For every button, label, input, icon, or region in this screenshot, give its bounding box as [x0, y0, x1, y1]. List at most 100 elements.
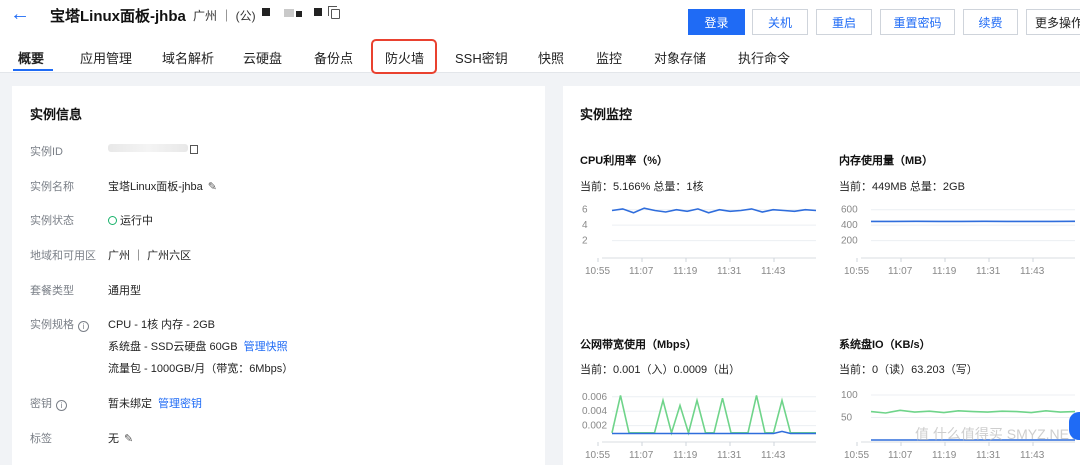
y-tick-label: 0.002 — [582, 421, 607, 432]
instance-monitor-card: 实例监控 CPU利用率（%） 当前：5.166% 总量：1核 6 4 2 10:55 1… — [563, 86, 1080, 465]
region-value: 广州 ｜ 广州六区 — [108, 250, 192, 262]
x-tick-label: 11:43 — [1020, 450, 1045, 461]
x-tick-label: 11:07 — [629, 266, 654, 277]
instance-name-value: 宝塔Linux面板-jhba ✎ — [108, 180, 217, 193]
memory-usage-chart: 600 400 200 10:55 11:07 11:19 11:31 11:43 — [841, 205, 1076, 277]
tab-ssh-key[interactable]: SSH密钥 — [455, 48, 508, 67]
redaction-mark — [284, 9, 294, 17]
x-tick-label: 11:19 — [932, 450, 957, 461]
x-tick-label: 11:07 — [629, 450, 654, 461]
tag-value: 无 ✎ — [108, 432, 134, 445]
x-tick-label: 11:19 — [673, 266, 698, 277]
spec-traffic: 流量包 - 1000GB/月（带宽：6Mbps） — [108, 363, 294, 375]
mem-chart-title: 内存使用量（MB） — [839, 155, 934, 167]
tab-run-command[interactable]: 执行命令 — [738, 48, 790, 67]
y-tick-label: 0.006 — [582, 392, 607, 403]
renew-button[interactable]: 续费 — [963, 9, 1018, 35]
x-tick-label: 10:55 — [844, 450, 869, 461]
restart-button[interactable]: 重启 — [816, 9, 872, 35]
copy-icon[interactable] — [190, 145, 198, 154]
package-label: 套餐类型 — [30, 285, 74, 297]
copy-icon[interactable] — [328, 6, 340, 19]
series-line — [870, 409, 1076, 414]
net-chart-summary: 当前：0.001（入）0.0009（出） — [580, 364, 741, 376]
x-tick-label: 11:19 — [932, 266, 957, 277]
x-tick-label: 11:31 — [717, 266, 742, 277]
key-label: 密钥 i — [30, 395, 67, 411]
redaction-mark — [262, 8, 270, 16]
package-value: 通用型 — [108, 285, 141, 297]
instance-info-card: 实例信息 实例ID 实例名称 宝塔Linux面板-jhba ✎ 实例状态 运行中 … — [12, 86, 545, 465]
running-status-icon — [108, 216, 117, 225]
y-tick-label: 400 — [841, 220, 858, 231]
shutdown-button[interactable]: 关机 — [752, 9, 808, 35]
x-tick-label: 11:31 — [717, 450, 742, 461]
x-tick-label: 11:43 — [1020, 266, 1045, 277]
x-tick-label: 10:55 — [585, 450, 610, 461]
instance-region: 广州 ｜ (公) — [193, 9, 256, 23]
login-button[interactable]: 登录 — [688, 9, 745, 35]
region-label: 地域和可用区 — [30, 250, 96, 262]
instance-id-label: 实例ID — [30, 146, 63, 158]
cpu-chart-title: CPU利用率（%） — [580, 155, 669, 167]
key-value: 暂未绑定 管理密钥 — [108, 398, 202, 410]
tab-backup[interactable]: 备份点 — [314, 48, 353, 67]
top-bar: ← 宝塔Linux面板-jhba 广州 ｜ (公) 登录 关机 重启 重置密码 … — [0, 0, 1080, 40]
edit-pencil-icon[interactable]: ✎ — [208, 180, 217, 193]
x-tick-label: 10:55 — [585, 266, 610, 277]
spec-system-disk: 系统盘 - SSD云硬盘 60GB 管理快照 — [108, 341, 288, 353]
reset-password-button[interactable]: 重置密码 — [880, 9, 955, 35]
tab-cloud-disk[interactable]: 云硬盘 — [243, 48, 282, 67]
tab-snapshot[interactable]: 快照 — [538, 48, 564, 67]
y-tick-label: 0.004 — [582, 406, 607, 417]
more-actions-button[interactable]: 更多操作 — [1026, 9, 1080, 35]
y-tick-label: 6 — [582, 205, 588, 216]
manage-key-link[interactable]: 管理密钥 — [158, 398, 202, 410]
y-tick-label: 600 — [841, 205, 858, 216]
disk-chart-title: 系统盘IO（KB/s） — [839, 339, 931, 351]
manage-snapshot-link[interactable]: 管理快照 — [244, 341, 288, 353]
x-tick-label: 11:31 — [976, 266, 1001, 277]
instance-monitor-title: 实例监控 — [580, 107, 633, 122]
tab-app-management[interactable]: 应用管理 — [80, 48, 132, 67]
series-line — [611, 207, 817, 214]
instance-info-title: 实例信息 — [30, 107, 83, 122]
instance-name-label: 实例名称 — [30, 181, 74, 193]
disk-chart-summary: 当前：0（读）63.203（写） — [839, 364, 978, 376]
info-icon[interactable]: i — [78, 321, 89, 332]
x-tick-label: 10:55 — [844, 266, 869, 277]
back-arrow-icon[interactable]: ← — [10, 3, 30, 26]
series-line — [611, 395, 816, 436]
tab-object-storage[interactable]: 对象存储 — [654, 48, 706, 67]
instance-status-value: 运行中 — [108, 212, 153, 228]
y-tick-label: 2 — [582, 236, 588, 247]
floating-help-badge[interactable] — [1069, 412, 1080, 440]
watermark: 值 什么值得买 SMYZ.NET — [915, 426, 1078, 442]
firewall-tab-highlight — [371, 39, 437, 74]
y-tick-label: 200 — [841, 236, 858, 247]
y-tick-label: 50 — [841, 413, 853, 424]
bandwidth-chart: 0.006 0.004 0.002 10:55 11:07 11:19 11:31 11:43 — [582, 392, 816, 461]
cpu-usage-chart: 6 4 2 10:55 11:07 11:19 11:31 11:43 — [582, 205, 817, 277]
edit-pencil-icon[interactable]: ✎ — [124, 432, 133, 445]
instance-title: 宝塔Linux面板-jhba — [50, 8, 186, 25]
spec-cpu-mem: CPU - 1核 内存 - 2GB — [108, 319, 215, 331]
instance-id-redacted — [108, 144, 188, 152]
info-icon[interactable]: i — [56, 400, 67, 411]
tag-label: 标签 — [30, 433, 52, 445]
tab-dns[interactable]: 域名解析 — [162, 48, 214, 67]
cpu-chart-summary: 当前：5.166% 总量：1核 — [580, 181, 704, 193]
redaction-mark — [314, 8, 322, 16]
redaction-mark — [296, 11, 302, 17]
mem-chart-summary: 当前：449MB 总量：2GB — [839, 181, 965, 193]
tab-overview[interactable]: 概要 — [18, 48, 44, 67]
tab-monitor[interactable]: 监控 — [596, 48, 622, 67]
x-tick-label: 11:07 — [888, 450, 913, 461]
y-tick-label: 4 — [582, 220, 588, 231]
y-tick-label: 100 — [841, 390, 858, 401]
disk-io-chart: 100 50 10:55 11:07 11:19 11:31 11:43 — [841, 390, 1076, 461]
x-tick-label: 11:43 — [761, 266, 786, 277]
net-chart-title: 公网带宽使用（Mbps） — [580, 339, 697, 351]
spec-label: 实例规格 i — [30, 316, 89, 332]
instance-status-label: 实例状态 — [30, 215, 74, 227]
